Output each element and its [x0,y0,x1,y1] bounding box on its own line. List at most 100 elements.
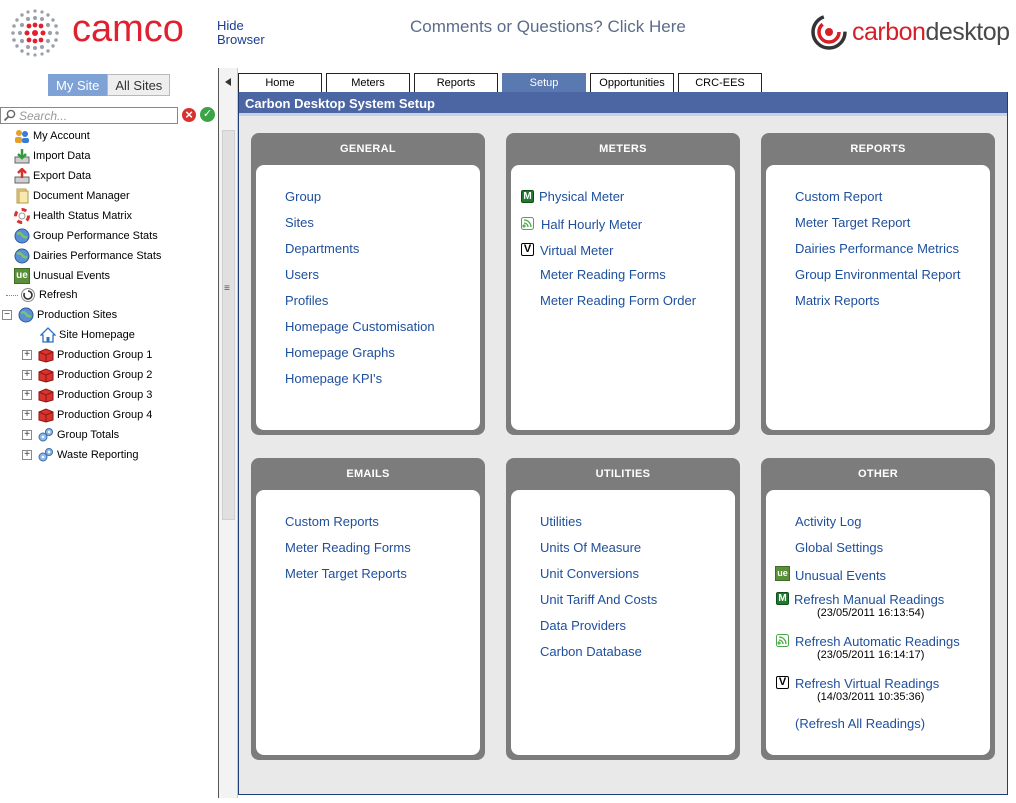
camco-globe-logo [11,9,59,57]
link-refresh-all-readings[interactable]: (Refresh All Readings) [795,716,925,731]
sidebar-item-document-manager[interactable]: Document Manager [14,186,130,206]
tab-all-sites[interactable]: All Sites [107,74,171,96]
panel-body: M Physical Meter Half Hourly Meter V Vir… [511,165,735,430]
tab-meters[interactable]: Meters [326,73,410,93]
link-meter-target-report[interactable]: Meter Target Report [795,215,910,230]
collapse-icon[interactable]: − [2,310,12,320]
sidebar-item-production-group-3[interactable]: + Production Group 3 [22,385,152,405]
confirm-search-icon[interactable] [200,107,215,122]
link-sites[interactable]: Sites [285,215,314,230]
link-meter-reading-form-order[interactable]: Meter Reading Form Order [540,293,696,308]
sidebar-item-label: Site Homepage [59,329,135,341]
link-unit-tariff-and-costs[interactable]: Unit Tariff And Costs [540,592,657,607]
link-homepage-graphs[interactable]: Homepage Graphs [285,345,395,360]
link-departments[interactable]: Departments [285,241,359,256]
sidebar-splitter[interactable]: ≡ [219,68,238,798]
link-half-hourly-meter[interactable]: Half Hourly Meter [541,217,642,232]
link-custom-reports[interactable]: Custom Reports [285,514,379,529]
tab-home[interactable]: Home [238,73,322,93]
tab-crc-ees[interactable]: CRC-EES [678,73,762,93]
sidebar-item-label: Document Manager [33,190,130,202]
link-data-providers[interactable]: Data Providers [540,618,626,633]
sidebar-scrollbar[interactable] [222,130,235,520]
document-icon [16,188,29,204]
search-input[interactable] [19,108,175,123]
sidebar-item-my-account[interactable]: My Account [14,126,90,146]
sidebar-item-group-performance-stats[interactable]: Group Performance Stats [14,226,158,246]
carbondesktop-logo-desktop: desktop [925,18,1010,46]
sidebar-item-import-data[interactable]: Import Data [14,146,90,166]
box-icon [38,388,54,403]
link-email-meter-reading-forms[interactable]: Meter Reading Forms [285,540,411,555]
link-utilities[interactable]: Utilities [540,514,582,529]
expand-icon[interactable]: + [22,430,32,440]
sidebar-item-production-group-2[interactable]: + Production Group 2 [22,365,152,385]
expand-icon[interactable]: + [22,390,32,400]
sidebar-item-health-status-matrix[interactable]: Health Status Matrix [14,206,132,226]
expand-icon[interactable]: + [22,350,32,360]
link-global-settings[interactable]: Global Settings [795,540,883,555]
sidebar-item-waste-reporting[interactable]: + Waste Reporting [22,445,139,465]
tab-my-site[interactable]: My Site [48,74,108,96]
expand-icon[interactable]: + [22,450,32,460]
link-homepage-kpis[interactable]: Homepage KPI's [285,371,382,386]
collapse-arrow-icon[interactable] [225,78,231,86]
hide-browser-link[interactable]: Hide Browser [217,19,287,47]
link-homepage-customisation[interactable]: Homepage Customisation [285,319,435,334]
link-units-of-measure[interactable]: Units Of Measure [540,540,641,555]
sidebar-item-site-homepage[interactable]: Site Homepage [40,325,135,345]
sidebar-item-unusual-events[interactable]: ue Unusual Events [14,266,110,286]
panel-general: GENERAL Group Sites Departments Users Pr… [251,133,485,435]
clear-search-icon[interactable] [182,108,196,122]
link-group[interactable]: Group [285,189,321,204]
expand-icon[interactable]: + [22,370,32,380]
panel-title: METERS [599,143,647,155]
sidebar-item-export-data[interactable]: Export Data [14,166,91,186]
virtual-readings-timestamp: (14/03/2011 10:35:36) [817,691,925,703]
tab-setup[interactable]: Setup [502,73,586,93]
link-refresh-virtual-readings[interactable]: Refresh Virtual Readings [795,676,939,691]
sidebar-item-dairies-performance-stats[interactable]: Dairies Performance Stats [14,246,161,266]
link-matrix-reports[interactable]: Matrix Reports [795,293,880,308]
sidebar-item-label: My Account [33,130,90,142]
carbondesktop-swirl-icon [811,14,847,50]
home-icon [40,327,56,343]
half-hourly-meter-icon [776,634,789,647]
link-virtual-meter[interactable]: Virtual Meter [540,243,613,258]
sidebar-item-refresh[interactable]: Refresh [6,285,78,305]
link-carbon-database[interactable]: Carbon Database [540,644,642,659]
link-refresh-manual-readings[interactable]: Refresh Manual Readings [794,592,944,607]
panel-body: Custom Report Meter Target Report Dairie… [766,165,990,430]
tab-reports[interactable]: Reports [414,73,498,93]
sidebar-item-production-group-1[interactable]: + Production Group 1 [22,345,152,365]
link-profiles[interactable]: Profiles [285,293,328,308]
expand-icon[interactable]: + [22,410,32,420]
globe-icon [14,248,30,264]
link-group-environmental-report[interactable]: Group Environmental Report [795,267,960,282]
panel-body: Utilities Units Of Measure Unit Conversi… [511,490,735,755]
sidebar-item-label: Dairies Performance Stats [33,250,162,262]
link-custom-report[interactable]: Custom Report [795,189,882,204]
link-activity-log[interactable]: Activity Log [795,514,861,529]
tab-opportunities[interactable]: Opportunities [590,73,674,93]
search-box [0,107,178,124]
sidebar-item-label: Group Totals [57,429,120,441]
link-physical-meter[interactable]: Physical Meter [539,189,624,204]
link-users[interactable]: Users [285,267,319,282]
link-unusual-events[interactable]: Unusual Events [795,568,886,583]
link-dairies-performance-metrics[interactable]: Dairies Performance Metrics [795,241,959,256]
sidebar-item-production-sites[interactable]: − Production Sites [2,305,117,325]
panel-body: Custom Reports Meter Reading Forms Meter… [256,490,480,755]
link-refresh-automatic-readings[interactable]: Refresh Automatic Readings [795,634,960,649]
sidebar-item-group-totals[interactable]: + Group Totals [22,425,119,445]
comments-link[interactable]: Comments or Questions? Click Here [410,17,686,37]
sidebar-item-label: Unusual Events [33,270,111,282]
sidebar-item-label: Health Status Matrix [33,210,133,222]
link-meter-target-reports[interactable]: Meter Target Reports [285,566,407,581]
panel-meters: METERS M Physical Meter Half Hourly Mete… [506,133,740,435]
sidebar-item-production-group-4[interactable]: + Production Group 4 [22,405,152,425]
link-unit-conversions[interactable]: Unit Conversions [540,566,639,581]
site-tabs: My Site All Sites [48,74,171,96]
link-meter-reading-forms[interactable]: Meter Reading Forms [540,267,666,282]
panel-title: GENERAL [340,143,396,155]
